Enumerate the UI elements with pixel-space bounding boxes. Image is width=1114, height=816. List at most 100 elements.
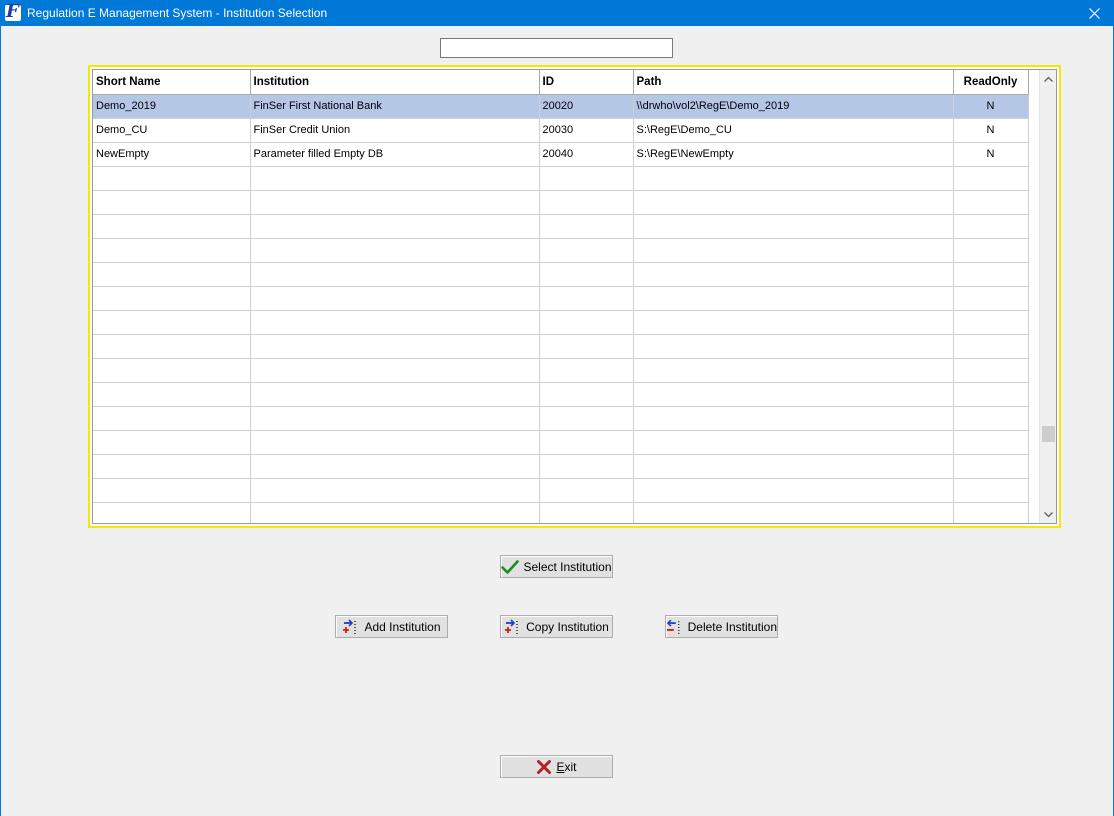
red-x-icon [537, 759, 552, 774]
cell-institution [250, 502, 540, 523]
window-title: Regulation E Management System - Institu… [27, 6, 328, 20]
column-header-short-name[interactable]: Short Name [93, 70, 251, 95]
scroll-thumb[interactable] [1042, 426, 1055, 442]
scroll-up-button[interactable] [1040, 70, 1056, 87]
exit-button[interactable]: Exit [500, 755, 613, 778]
empty-table-row[interactable] [93, 406, 1029, 431]
cell-id [539, 238, 634, 263]
cell-id [539, 406, 634, 431]
scroll-down-button[interactable] [1040, 506, 1056, 523]
cell-id [539, 334, 634, 359]
cell-path [633, 406, 954, 431]
cell-id [539, 190, 634, 215]
empty-table-row[interactable] [93, 310, 1029, 335]
window-border-left [0, 26, 1, 816]
cell-id [539, 382, 634, 407]
app-logo-icon: F [5, 2, 21, 22]
cell-path [633, 334, 954, 359]
cell-path: S:\RegE\Demo_CU [633, 118, 954, 143]
column-header-id[interactable]: ID [539, 70, 634, 95]
cell-path: S:\RegE\NewEmpty [633, 142, 954, 167]
empty-table-row[interactable] [93, 382, 1029, 407]
table-row[interactable]: NewEmpty Parameter filled Empty DB 20040 S:… [93, 142, 1029, 167]
column-header-readonly[interactable]: ReadOnly [953, 70, 1029, 95]
select-institution-button[interactable]: Select Institution [500, 555, 613, 578]
empty-table-row[interactable] [93, 190, 1029, 215]
cell-readonly [953, 214, 1029, 239]
cell-short-name [93, 166, 251, 191]
add-institution-label: Add Institution [364, 619, 441, 634]
cell-institution [250, 358, 540, 383]
column-header-institution[interactable]: Institution [250, 70, 540, 95]
cell-id: 20020 [539, 94, 634, 119]
delete-record-icon [666, 619, 680, 634]
cell-institution [250, 166, 540, 191]
cell-institution [250, 334, 540, 359]
institution-table: Short Name Institution ID Path ReadOnly … [93, 70, 1029, 523]
close-button[interactable] [1074, 0, 1114, 26]
delete-institution-button[interactable]: Delete Institution [665, 615, 778, 638]
cell-short-name: Demo_2019 [93, 94, 251, 119]
cell-path [633, 310, 954, 335]
cell-path [633, 214, 954, 239]
cell-id: 20040 [539, 142, 634, 167]
search-input[interactable] [440, 38, 673, 58]
cell-readonly [953, 190, 1029, 215]
empty-table-row[interactable] [93, 334, 1029, 359]
cell-id [539, 454, 634, 479]
cell-short-name [93, 502, 251, 523]
cell-short-name [93, 430, 251, 455]
empty-table-row[interactable] [93, 262, 1029, 287]
empty-table-row[interactable] [93, 454, 1029, 479]
empty-table-row[interactable] [93, 166, 1029, 191]
cell-path [633, 238, 954, 263]
exit-label-mnemonic: E [556, 759, 565, 774]
exit-label: Exit [556, 760, 576, 774]
cell-institution: FinSer First National Bank [250, 94, 540, 119]
cell-id [539, 166, 634, 191]
empty-table-row[interactable] [93, 358, 1029, 383]
cell-path [633, 166, 954, 191]
table-row[interactable]: Demo_2019 FinSer First National Bank 20020… [93, 94, 1029, 119]
cell-path [633, 190, 954, 215]
cell-short-name [93, 310, 251, 335]
cell-institution [250, 214, 540, 239]
table-header-row: Short Name Institution ID Path ReadOnly [93, 70, 1029, 95]
copy-institution-button[interactable]: Copy Institution [500, 615, 613, 638]
add-record-icon [343, 618, 357, 634]
chevron-down-icon [1044, 511, 1053, 517]
cell-path [633, 286, 954, 311]
cell-id [539, 502, 634, 523]
cell-path [633, 382, 954, 407]
empty-table-row[interactable] [93, 478, 1029, 503]
cell-readonly: N [953, 94, 1029, 119]
empty-table-row[interactable] [93, 238, 1029, 263]
vertical-scrollbar[interactable] [1039, 70, 1056, 523]
empty-table-row[interactable] [93, 502, 1029, 523]
cell-short-name [93, 238, 251, 263]
copy-record-icon [505, 618, 518, 634]
cell-short-name [93, 190, 251, 215]
empty-table-row[interactable] [93, 214, 1029, 239]
cell-short-name [93, 286, 251, 311]
cell-institution [250, 262, 540, 287]
cell-id [539, 310, 634, 335]
cell-readonly [953, 406, 1029, 431]
cell-readonly [953, 238, 1029, 263]
cell-path [633, 502, 954, 523]
cell-readonly [953, 358, 1029, 383]
cell-id [539, 286, 634, 311]
cell-path [633, 478, 954, 503]
cell-short-name [93, 406, 251, 431]
cell-short-name [93, 358, 251, 383]
cell-id [539, 478, 634, 503]
chevron-up-icon [1044, 76, 1053, 82]
add-institution-button[interactable]: Add Institution [335, 615, 448, 638]
institution-grid: Short Name Institution ID Path ReadOnly … [88, 65, 1061, 528]
empty-table-row[interactable] [93, 430, 1029, 455]
column-header-path[interactable]: Path [633, 70, 954, 95]
empty-table-row[interactable] [93, 286, 1029, 311]
grid-viewport: Short Name Institution ID Path ReadOnly … [92, 69, 1057, 524]
table-row[interactable]: Demo_CU FinSer Credit Union 20030 S:\RegE\D… [93, 118, 1029, 143]
cell-short-name [93, 214, 251, 239]
